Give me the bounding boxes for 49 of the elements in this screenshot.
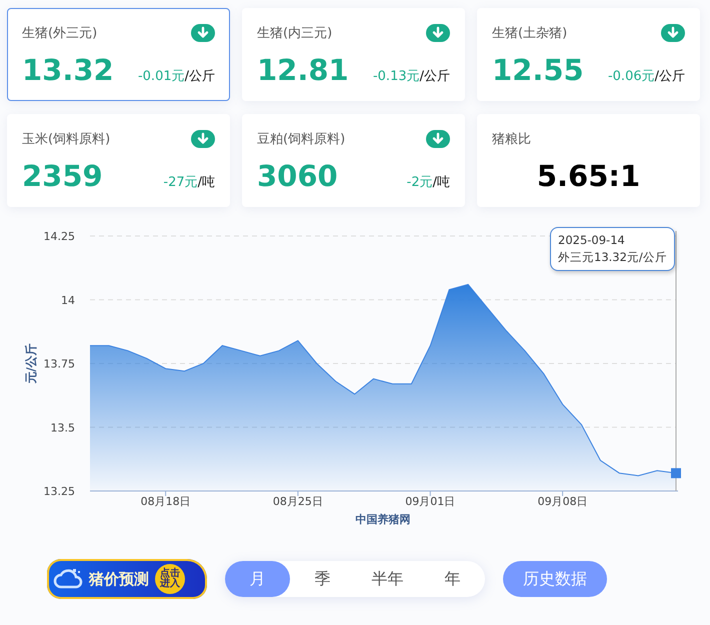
- price-change: -2元/吨: [406, 174, 450, 191]
- card-title: 豆粕(饲料原料): [257, 131, 346, 148]
- card-title: 生猪(外三元): [22, 25, 98, 42]
- download-icon: [191, 130, 215, 148]
- price-value: 13.32: [22, 53, 114, 87]
- price-change: -0.13元/公斤: [372, 68, 450, 85]
- price-card[interactable]: 生猪(土杂猪) 12.55 -0.06元/公斤: [477, 8, 700, 101]
- enter-badge: 点击进入: [155, 564, 185, 594]
- price-value: 12.81: [257, 53, 349, 87]
- price-card[interactable]: 猪粮比 5.65:1: [477, 114, 700, 207]
- price-change: -0.06元/公斤: [608, 68, 685, 85]
- price-value: 3060: [257, 159, 338, 193]
- banner-title: 猪价预测: [89, 570, 149, 588]
- card-title: 生猪(土杂猪): [492, 25, 568, 42]
- period-tab[interactable]: 年: [420, 561, 485, 597]
- price-card[interactable]: 生猪(内三元) 12.81 -0.13元/公斤: [242, 8, 465, 101]
- x-tick-label: 09月08日: [538, 495, 588, 508]
- price-change: -27元/吨: [163, 174, 215, 191]
- price-value: 12.55: [492, 53, 584, 87]
- x-tick-label: 09月01日: [405, 495, 456, 508]
- period-tab[interactable]: 季: [290, 561, 355, 597]
- tooltip-date: 2025-09-14: [558, 232, 626, 249]
- price-card[interactable]: 玉米(饲料原料) 2359 -27元/吨: [7, 114, 230, 207]
- download-icon: [426, 130, 450, 148]
- y-axis-title: 元/公斤: [24, 343, 38, 384]
- download-icon: [661, 24, 685, 42]
- x-tick-label: 08月18日: [140, 495, 191, 508]
- y-tick-label: 13.5: [50, 421, 75, 434]
- x-tick-label: 08月25日: [272, 495, 323, 508]
- y-tick-label: 13.25: [44, 485, 75, 498]
- x-axis-title: 中国养猪网: [356, 513, 410, 526]
- period-tab[interactable]: 半年: [355, 561, 420, 597]
- card-title: 玉米(饲料原料): [22, 131, 110, 148]
- forecast-banner[interactable]: 猪价预测 点击进入: [47, 559, 207, 599]
- price-value: 5.65:1: [536, 159, 640, 193]
- point-marker: [671, 468, 681, 478]
- download-icon: [426, 24, 450, 42]
- price-change: -0.01元/公斤: [138, 68, 215, 85]
- y-tick-label: 13.75: [44, 358, 75, 370]
- card-title: 猪粮比: [492, 131, 531, 148]
- tooltip-text: 外三元13.32元/公斤: [558, 249, 667, 266]
- price-value: 2359: [22, 159, 103, 193]
- cloud-icon: [53, 567, 83, 591]
- y-tick-label: 14.25: [44, 230, 75, 243]
- download-icon: [191, 24, 215, 42]
- card-title: 生猪(内三元): [257, 25, 332, 42]
- price-card[interactable]: 豆粕(饲料原料) 3060 -2元/吨: [242, 114, 465, 207]
- price-card[interactable]: 生猪(外三元) 13.32 -0.01元/公斤: [7, 8, 230, 101]
- y-tick-label: 14: [61, 294, 75, 307]
